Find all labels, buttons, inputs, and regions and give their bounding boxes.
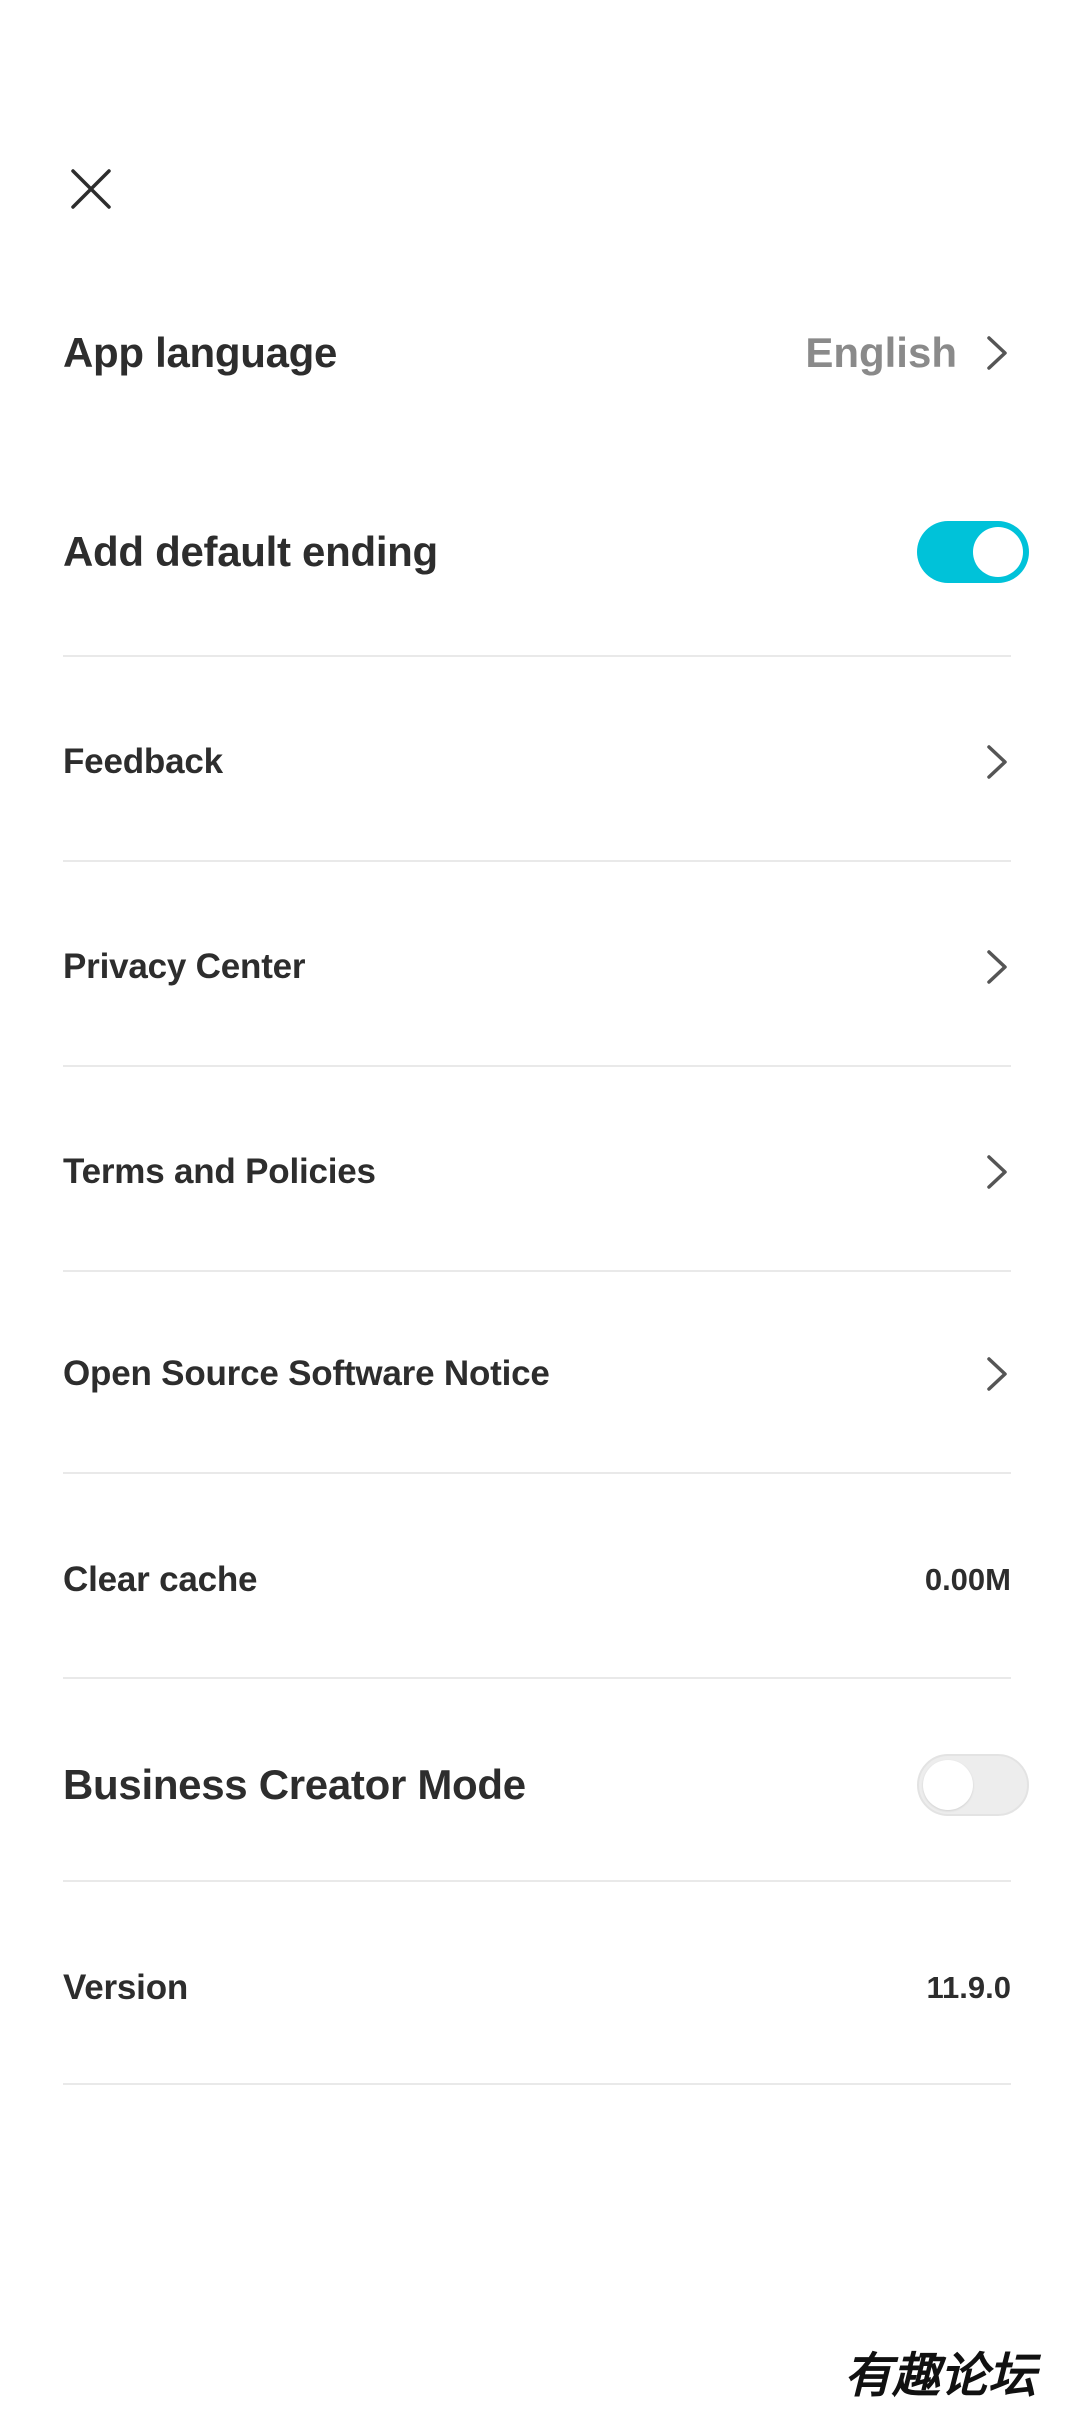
clear-cache-value: 0.00M bbox=[924, 1562, 1011, 1597]
add-default-ending-label: Add default ending bbox=[63, 528, 438, 575]
toggle-knob bbox=[973, 527, 1023, 577]
business-creator-mode-toggle[interactable] bbox=[917, 1754, 1029, 1816]
clear-cache-row[interactable]: Clear cache 0.00M bbox=[63, 1540, 1011, 1620]
divider bbox=[63, 1472, 1011, 1474]
chevron-right-icon bbox=[987, 1357, 1007, 1391]
svg-text:有趣论坛: 有趣论坛 bbox=[844, 2348, 1042, 2404]
privacy-center-row[interactable]: Privacy Center bbox=[63, 927, 1011, 1007]
clear-cache-label: Clear cache bbox=[63, 1560, 258, 1599]
chevron-right-icon bbox=[987, 336, 1007, 370]
open-source-notice-row[interactable]: Open Source Software Notice bbox=[63, 1334, 1011, 1414]
chevron-right-icon bbox=[987, 1155, 1007, 1189]
version-label: Version bbox=[63, 1968, 189, 2007]
divider bbox=[63, 1677, 1011, 1679]
feedback-label: Feedback bbox=[63, 742, 223, 781]
divider bbox=[63, 860, 1011, 862]
version-row: Version 11.9.0 bbox=[63, 1948, 1011, 2028]
divider bbox=[63, 1880, 1011, 1882]
divider bbox=[63, 2083, 1011, 2085]
add-default-ending-toggle[interactable] bbox=[917, 521, 1029, 583]
close-icon bbox=[71, 169, 111, 209]
chevron-right-icon bbox=[987, 745, 1007, 779]
terms-and-policies-row[interactable]: Terms and Policies bbox=[63, 1132, 1011, 1212]
feedback-row[interactable]: Feedback bbox=[63, 722, 1011, 802]
add-default-ending-row: Add default ending bbox=[63, 512, 1029, 592]
business-creator-mode-label: Business Creator Mode bbox=[63, 1761, 526, 1808]
open-source-notice-label: Open Source Software Notice bbox=[63, 1354, 550, 1393]
divider bbox=[63, 655, 1011, 657]
divider bbox=[63, 1065, 1011, 1067]
version-value: 11.9.0 bbox=[926, 1970, 1011, 2005]
chevron-right-icon bbox=[987, 950, 1007, 984]
privacy-center-label: Privacy Center bbox=[63, 947, 306, 986]
app-language-label: App language bbox=[63, 329, 338, 376]
watermark-logo: 有趣论坛 bbox=[820, 2346, 1060, 2406]
app-language-value: English bbox=[805, 329, 957, 376]
terms-and-policies-label: Terms and Policies bbox=[63, 1152, 376, 1191]
business-creator-mode-row: Business Creator Mode bbox=[63, 1745, 1029, 1825]
close-button[interactable] bbox=[62, 160, 120, 218]
toggle-knob bbox=[923, 1760, 973, 1810]
divider bbox=[63, 1270, 1011, 1272]
app-language-row[interactable]: App language English bbox=[63, 313, 1011, 393]
